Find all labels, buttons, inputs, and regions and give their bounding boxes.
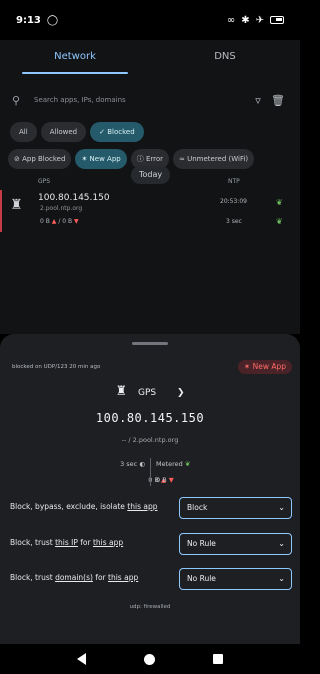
- firewall-status: udp: firewalled: [129, 604, 171, 610]
- search-bar: ⚲ Search apps, IPs, domains ▿ 🗑: [0, 84, 300, 116]
- status-bar: 9:13 ◯ ∞ ✱ ✈: [0, 0, 300, 40]
- tab-bar: Network DNS: [0, 40, 300, 76]
- log-host: 2.pool.ntp.org: [40, 205, 83, 212]
- stats-divider: [150, 458, 151, 486]
- log-bytes: 0 B ▲ / 0 B ▼: [40, 218, 79, 225]
- metered-stat: Metered ❦: [156, 460, 190, 468]
- app-rule-label: Block, bypass, exclude, isolate this app: [10, 502, 157, 511]
- ip-rule-for: for: [80, 538, 91, 547]
- new-app-badge-label: New App: [252, 362, 286, 371]
- chevron-down-icon: ⌄: [278, 503, 285, 512]
- search-input[interactable]: Search apps, IPs, domains: [28, 96, 248, 104]
- chip-allowed[interactable]: Allowed: [40, 122, 87, 142]
- date-header: Today: [131, 166, 171, 184]
- connection-stats: 3 sec ◐ 0 B ▲ Metered ❦ 0 B ▼: [0, 458, 300, 486]
- trash-icon[interactable]: 🗑: [268, 94, 288, 107]
- drag-handle[interactable]: [132, 342, 168, 345]
- ip-rule-link[interactable]: this IP: [55, 538, 78, 547]
- domain-rule-dropdown[interactable]: No Rule ⌄: [179, 568, 292, 590]
- domain-rule-value: No Rule: [187, 574, 216, 583]
- recents-icon[interactable]: [213, 654, 223, 664]
- chip-app-blocked-label: App Blocked: [22, 155, 66, 163]
- column-header-app: GPS: [38, 178, 51, 185]
- chevron-down-icon: ⌄: [278, 539, 285, 548]
- whatsapp-icon: ◯: [46, 14, 59, 26]
- log-duration: 3 sec: [226, 218, 242, 225]
- chevron-down-icon: ⌄: [278, 574, 285, 583]
- chip-app-blocked[interactable]: ⊘ App Blocked: [8, 149, 72, 169]
- chip-unmetered-label: Unmetered (WiFi): [187, 155, 249, 163]
- app-rule-value: Block: [187, 503, 208, 512]
- duration-value: 3 sec: [120, 460, 138, 468]
- received-value: 0 B: [156, 476, 167, 484]
- chip-unmetered[interactable]: ≈ Unmetered (WiFi): [173, 149, 255, 169]
- metered-leaf-icon: ❦: [276, 217, 283, 226]
- battery-icon: [270, 16, 284, 24]
- chevron-right-icon: ❯: [176, 388, 185, 398]
- chip-new-app[interactable]: ✶ New App: [75, 149, 127, 169]
- domain-rule-row: Block, trust domain(s) for this app No R…: [10, 568, 292, 590]
- status-filter-chips: All Allowed ✓ Blocked: [0, 122, 300, 142]
- chip-all[interactable]: All: [10, 122, 37, 142]
- download-arrow-icon: ▼: [74, 218, 79, 225]
- chip-blocked[interactable]: ✓ Blocked: [90, 122, 144, 142]
- ip-rule-text: Block, trust: [10, 538, 53, 547]
- filter-icon[interactable]: ▿: [248, 94, 268, 107]
- system-nav-bar: [0, 644, 300, 674]
- domain-rule-app-link[interactable]: this app: [108, 573, 138, 582]
- chip-error-label: Error: [145, 155, 163, 163]
- domain-rule-text: Block, trust: [10, 573, 53, 582]
- log-bytes-out: 0 B: [40, 218, 50, 225]
- app-rule-text: Block, bypass, exclude, isolate: [10, 502, 125, 511]
- app-rule-row: Block, bypass, exclude, isolate this app…: [10, 497, 292, 519]
- connection-detail-sheet: blocked on UDP/123 20 min ago ✶ New App …: [0, 334, 300, 644]
- wifi-off-icon: ✱: [241, 14, 250, 26]
- log-ip: 100.80.145.150: [38, 193, 110, 203]
- status-icons: ∞ ✱ ✈: [227, 15, 284, 26]
- received-stat: 0 B ▼: [156, 476, 174, 484]
- duration-stat: 3 sec ◐: [120, 460, 145, 468]
- android-app-icon: ♜: [10, 197, 23, 213]
- link-icon: ∞: [226, 14, 236, 26]
- column-header-protocol: NTP: [228, 178, 240, 185]
- app-rule-dropdown[interactable]: Block ⌄: [179, 497, 292, 519]
- upload-arrow-icon: ▲: [51, 218, 57, 225]
- ip-rule-label: Block, trust this IP for this app: [10, 538, 123, 547]
- new-app-badge: ✶ New App: [237, 360, 292, 374]
- tab-network[interactable]: Network: [0, 40, 150, 76]
- app-header[interactable]: ♜ GPS ❯: [0, 384, 300, 399]
- tab-dns[interactable]: DNS: [150, 40, 300, 76]
- leaf-icon: ❦: [276, 198, 283, 207]
- clock: 9:13: [16, 14, 41, 26]
- search-icon: ⚲: [12, 93, 21, 107]
- metered-label: Metered: [156, 460, 183, 468]
- log-time: 20:53:09: [220, 198, 247, 205]
- app-name: GPS: [137, 388, 157, 398]
- ip-rule-dropdown[interactable]: No Rule ⌄: [179, 533, 292, 555]
- ip-rule-app-link[interactable]: this app: [93, 538, 123, 547]
- domain-rule-for: for: [95, 573, 106, 582]
- blocked-on-text: blocked on UDP/123 20 min ago: [12, 364, 101, 370]
- connection-log-row[interactable]: ♜ 100.80.145.150 2.pool.ntp.org 0 B ▲ / …: [0, 190, 300, 232]
- ip-rule-value: No Rule: [187, 539, 216, 548]
- back-icon[interactable]: [77, 653, 86, 665]
- airplane-icon: ✈: [255, 14, 264, 26]
- detail-ip: 100.80.145.150: [95, 411, 205, 425]
- log-bytes-in: / 0 B: [58, 218, 73, 225]
- domain-rule-link[interactable]: domain(s): [55, 573, 93, 582]
- domain-rule-label: Block, trust domain(s) for this app: [10, 573, 138, 582]
- chip-new-app-label: New App: [89, 155, 121, 163]
- download-arrow-icon: ▼: [168, 476, 174, 484]
- detail-host: -- / 2.pool.ntp.org: [121, 436, 179, 444]
- leaf-icon: ❦: [184, 460, 191, 468]
- clock-icon: ◐: [139, 460, 145, 468]
- ip-rule-row: Block, trust this IP for this app No Rul…: [10, 533, 292, 555]
- app-rule-link[interactable]: this app: [127, 502, 157, 511]
- home-icon[interactable]: [144, 653, 155, 665]
- android-app-icon: ♜: [115, 384, 128, 399]
- network-log-screen: Network DNS ⚲ Search apps, IPs, domains …: [0, 40, 300, 334]
